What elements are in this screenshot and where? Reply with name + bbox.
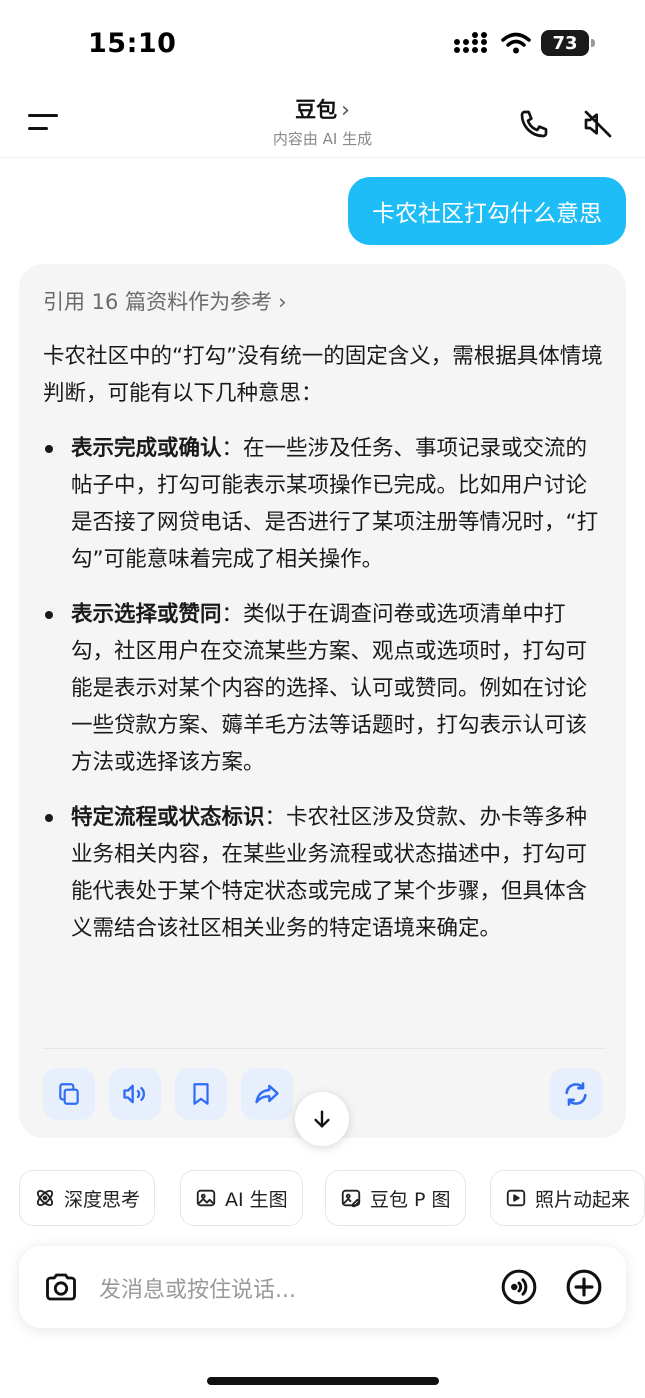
play-icon xyxy=(506,1189,526,1207)
scroll-to-bottom-button[interactable] xyxy=(295,1092,349,1146)
chip-label: 深度思考 xyxy=(64,1188,141,1211)
ai-message-content: 卡农社区中的“打勾”没有统一的固定含义，需根据具体情境判断，可能有以下几种意思：… xyxy=(43,338,607,965)
status-time: 15:10 xyxy=(88,28,177,59)
ai-intro-text: 卡农社区中的“打勾”没有统一的固定含义，需根据具体情境判断，可能有以下几种意思： xyxy=(43,344,603,406)
phone-icon[interactable] xyxy=(514,104,554,144)
divider xyxy=(43,1048,606,1049)
wifi-icon xyxy=(501,32,531,54)
list-item: 特定流程或状态标识：卡农社区涉及贷款、办卡等多种业务相关内容，在某些业务流程或状… xyxy=(43,799,607,947)
bookmark-button[interactable] xyxy=(175,1068,227,1120)
speaker-icon xyxy=(123,1084,146,1104)
copy-icon xyxy=(59,1083,79,1105)
chip-label: 照片动起来 xyxy=(535,1188,631,1211)
bookmark-icon xyxy=(193,1083,209,1105)
page-title: 豆包 xyxy=(295,98,338,122)
chip-animate-photo[interactable]: 照片动起来 xyxy=(490,1170,645,1226)
chevron-right-icon: › xyxy=(341,98,350,123)
photo-edit-icon xyxy=(341,1189,361,1208)
chevron-right-icon: › xyxy=(278,290,287,314)
image-icon xyxy=(196,1189,216,1207)
user-message-bubble[interactable]: 卡农社区打勾什么意思 xyxy=(348,177,626,245)
list-item: 表示完成或确认：在一些涉及任务、事项记录或交流的帖子中，打勾可能表示某项操作已完… xyxy=(43,430,607,578)
bullet-title: 特定流程或状态标识 xyxy=(71,805,265,830)
status-icons: 73 xyxy=(453,30,595,56)
references-link[interactable]: 引用 16 篇资料作为参考 › xyxy=(43,286,286,316)
chip-label: 豆包 P 图 xyxy=(370,1188,451,1211)
refresh-icon xyxy=(565,1082,587,1106)
references-label: 引用 16 篇资料作为参考 xyxy=(43,290,273,314)
cellular-signal-icon xyxy=(454,32,487,53)
camera-icon[interactable] xyxy=(41,1267,81,1307)
battery-icon: 73 xyxy=(541,30,595,56)
copy-button[interactable] xyxy=(43,1068,95,1120)
share-icon xyxy=(255,1084,279,1104)
home-indicator xyxy=(207,1377,439,1385)
bullet-title: 表示完成或确认 xyxy=(71,436,222,461)
share-button[interactable] xyxy=(241,1068,293,1120)
add-icon[interactable] xyxy=(564,1267,604,1307)
message-input[interactable]: 发消息或按住说话... xyxy=(99,1272,296,1304)
chip-ai-image[interactable]: AI 生图 xyxy=(180,1170,303,1226)
ai-message-card: 引用 16 篇资料作为参考 › 卡农社区中的“打勾”没有统一的固定含义，需根据具体… xyxy=(19,264,626,1138)
battery-level: 73 xyxy=(552,32,578,54)
message-input-bar: 发消息或按住说话... xyxy=(19,1246,626,1328)
list-item: 表示选择或赞同：类似于在调查问卷或选项清单中打勾，社区用户在交流某些方案、观点或… xyxy=(43,596,607,781)
chip-label: AI 生图 xyxy=(225,1188,288,1211)
feature-chips: 深度思考 AI 生图 豆包 P 图 照片动起来 xyxy=(19,1170,645,1226)
chip-deep-thinking[interactable]: 深度思考 xyxy=(19,1170,156,1226)
read-aloud-button[interactable] xyxy=(109,1068,161,1120)
status-bar: 15:10 73 xyxy=(0,0,645,88)
voice-input-icon[interactable] xyxy=(499,1267,539,1307)
chip-photo-edit[interactable]: 豆包 P 图 xyxy=(325,1170,466,1226)
atom-icon xyxy=(36,1189,54,1207)
arrow-down-icon xyxy=(314,1110,330,1128)
bullet-text: ：类似于在调查问卷或选项清单中打勾，社区用户在交流某些方案、观点或选项时，打勾可… xyxy=(71,602,588,775)
regenerate-button[interactable] xyxy=(550,1068,602,1120)
nav-bar: 豆包 › 内容由 AI 生成 xyxy=(0,88,645,158)
bullet-title: 表示选择或赞同 xyxy=(71,602,222,627)
speaker-muted-icon[interactable] xyxy=(578,104,618,144)
